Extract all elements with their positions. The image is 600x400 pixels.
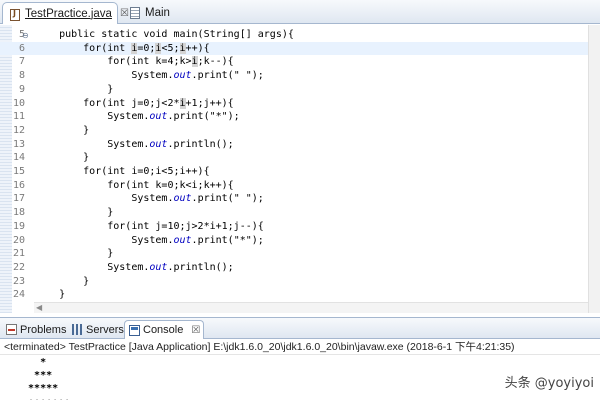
line-number: 9 <box>18 83 25 95</box>
line-number: 20 <box>12 234 25 246</box>
code-line[interactable]: 24 } <box>0 288 588 302</box>
servers-icon <box>72 324 83 335</box>
tab-main[interactable]: Main <box>124 2 210 24</box>
line-number: 21 <box>12 248 25 260</box>
output-line: *** <box>16 370 53 381</box>
code-text: for(int k=4;k>i;k--){ <box>35 56 234 68</box>
watermark: 头条 @yoyiyoi <box>504 376 594 391</box>
code-text: } <box>35 83 114 95</box>
code-text: System.out.println(); <box>35 138 234 150</box>
code-text: for(int k=0;k<i;k++){ <box>35 179 234 191</box>
code-line[interactable]: 22 System.out.println(); <box>0 261 588 275</box>
code-line[interactable]: 6 for(int i=0;i<5;i++){ <box>0 41 588 56</box>
tab-servers[interactable]: Servers <box>68 320 128 339</box>
code-text: System.out.print(" "); <box>35 193 264 205</box>
code-text: System.out.print("*"); <box>35 234 264 246</box>
line-number: 10 <box>12 97 25 109</box>
code-text: } <box>35 124 90 136</box>
code-line[interactable]: 17 System.out.print(" "); <box>0 192 588 206</box>
code-line[interactable]: 9 } <box>0 83 588 97</box>
tab-label: Main <box>145 7 170 19</box>
problems-icon <box>6 324 17 335</box>
code-text: } <box>35 248 114 260</box>
java-file-icon <box>9 8 21 21</box>
line-number: 19 <box>12 220 25 232</box>
code-text: for(int j=10;j>2*i+1;j--){ <box>35 220 264 232</box>
line-number: 16 <box>12 179 25 191</box>
code-line[interactable]: 7 for(int k=4;k>i;k--){ <box>0 55 588 69</box>
tab-label: Console <box>143 324 184 336</box>
code-line[interactable]: 21 } <box>0 247 588 261</box>
line-number: 24 <box>12 289 25 301</box>
line-number: 7 <box>18 56 25 68</box>
editor-tab-bar: TestPractice.java ☒ Main <box>0 0 600 24</box>
line-number: 12 <box>12 124 25 136</box>
code-line[interactable]: 11 System.out.print("*"); <box>0 110 588 124</box>
vertical-scrollbar[interactable] <box>588 25 600 313</box>
code-line[interactable]: 10 for(int j=0;j<2*i+1;j++){ <box>0 97 588 111</box>
code-text: System.out.print("*"); <box>35 111 240 123</box>
line-number: 11 <box>12 111 25 123</box>
close-icon[interactable]: ☒ <box>191 325 200 336</box>
tab-label: TestPractice.java <box>25 7 112 20</box>
scroll-left-arrow-icon[interactable]: ◀ <box>36 303 42 312</box>
code-line[interactable]: 14 } <box>0 151 588 165</box>
line-number: 6 <box>18 42 25 54</box>
tab-label: Servers <box>86 323 124 336</box>
code-line[interactable]: 15 for(int i=0;i<5;i++){ <box>0 165 588 179</box>
line-number: 15 <box>12 166 25 177</box>
line-number: 23 <box>12 275 25 287</box>
line-number: 18 <box>12 207 25 219</box>
line-number: 14 <box>12 152 25 164</box>
code-line[interactable]: 8 System.out.print(" "); <box>0 69 588 83</box>
tab-problems[interactable]: Problems <box>2 320 70 339</box>
line-number: 13 <box>12 138 25 150</box>
code-line[interactable]: 16 for(int k=0;k<i;k++){ <box>0 179 588 193</box>
tab-testpractice-java[interactable]: TestPractice.java ☒ <box>2 2 129 24</box>
code-text: } <box>35 207 114 219</box>
console-icon <box>129 324 140 336</box>
line-number: 22 <box>12 261 25 273</box>
tab-console[interactable]: Console ☒ <box>124 320 204 339</box>
output-line: ***** <box>16 383 59 394</box>
code-text: for(int j=0;j<2*i+1;j++){ <box>35 97 234 109</box>
horizontal-scrollbar[interactable]: ◀ <box>34 302 588 313</box>
tab-label: Problems <box>20 323 67 336</box>
code-text: public static void main(String[] args){ <box>35 29 294 40</box>
code-text: } <box>35 152 90 164</box>
code-text: System.out.println(); <box>35 261 234 273</box>
output-line: ······· <box>16 395 70 400</box>
code-line[interactable]: 20 System.out.print("*"); <box>0 234 588 248</box>
code-line[interactable]: 23 } <box>0 275 588 289</box>
bottom-panel-tabs: Problems Servers Console ☒ <box>0 317 600 339</box>
code-text: for(int i=0;i<5;i++){ <box>35 42 210 54</box>
code-text: for(int i=0;i<5;i++){ <box>35 166 210 177</box>
code-text: } <box>35 275 90 287</box>
code-editor[interactable]: 5 public static void main(String[] args)… <box>0 25 600 313</box>
console-status-line: <terminated> TestPractice [Java Applicat… <box>0 339 600 355</box>
code-line[interactable]: 18 } <box>0 206 588 220</box>
output-line: * <box>16 357 47 368</box>
document-icon <box>130 7 140 19</box>
code-text: System.out.print(" "); <box>35 70 264 82</box>
code-line[interactable]: 19 for(int j=10;j>2*i+1;j--){ <box>0 220 588 234</box>
fold-collapse-icon[interactable]: ⊖ <box>22 31 29 40</box>
code-line[interactable]: 5 public static void main(String[] args)… <box>0 28 588 42</box>
line-number: 17 <box>12 193 25 205</box>
code-text: } <box>35 289 66 301</box>
line-number: 8 <box>18 70 25 82</box>
code-line[interactable]: 12 } <box>0 124 588 138</box>
code-line[interactable]: 13 System.out.println(); <box>0 138 588 152</box>
